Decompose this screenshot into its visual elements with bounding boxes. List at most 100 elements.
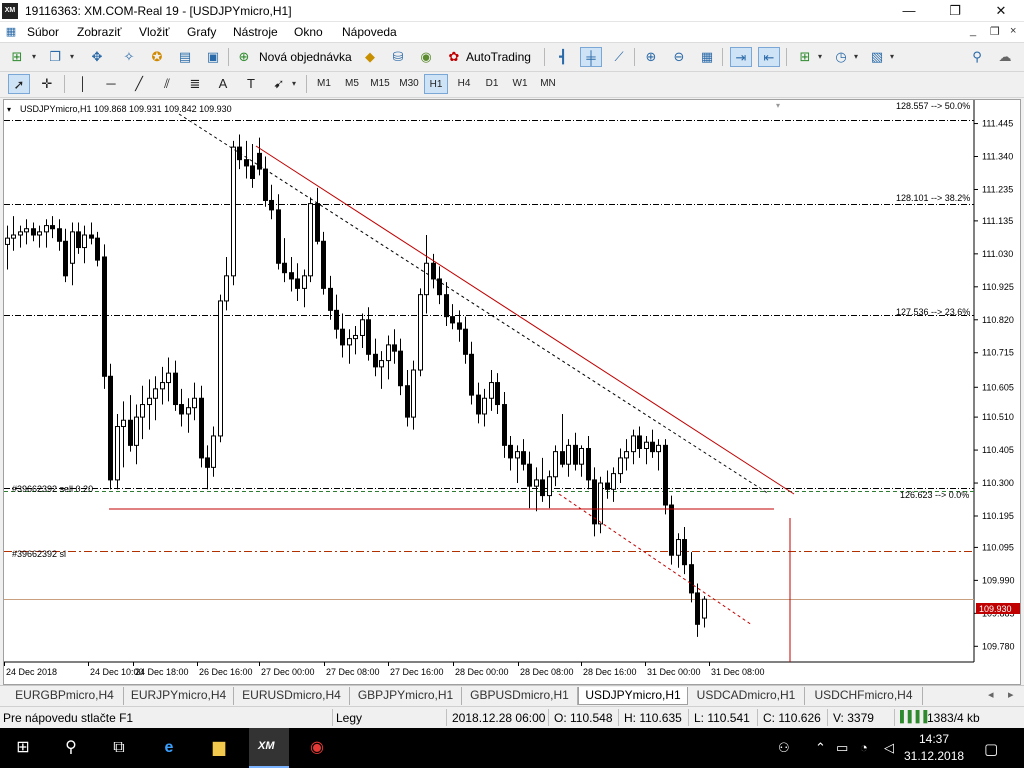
edge-browser-icon[interactable]: e xyxy=(156,736,182,760)
tab-gbpjpy[interactable]: GBPJPYmicro,H1 xyxy=(350,687,462,705)
horizontal-line-icon[interactable]: ─ xyxy=(100,74,122,94)
equidistant-channel-icon[interactable]: ⫽ xyxy=(156,74,178,94)
menu-vlozit[interactable]: Vložiť xyxy=(139,25,170,39)
new-order-button[interactable]: Nová objednávka xyxy=(259,50,352,64)
text-label-icon[interactable]: T xyxy=(240,74,262,94)
metaeditor-icon[interactable]: ◆ xyxy=(359,47,381,67)
timeframe-mn[interactable]: MN xyxy=(535,74,561,94)
candle[interactable] xyxy=(108,363,113,490)
collapse-arrow-icon[interactable]: ▾ xyxy=(7,105,11,114)
wifi-icon[interactable]: ◔ xyxy=(860,740,868,755)
timeframe-w1[interactable]: W1 xyxy=(508,74,532,94)
menu-napoveda[interactable]: Nápoveda xyxy=(342,25,397,39)
text-icon[interactable]: A xyxy=(212,74,234,94)
timeframe-m5[interactable]: M5 xyxy=(340,74,364,94)
fibonacci-icon[interactable]: ≣ xyxy=(184,74,206,94)
periods-dropdown-icon[interactable]: ▾ xyxy=(850,47,862,67)
zoom-out-icon[interactable]: ⊖ xyxy=(668,47,690,67)
new-chart-dropdown-icon[interactable]: ▾ xyxy=(28,47,40,67)
tabs-scroll-right-icon[interactable]: ▸ xyxy=(1008,688,1014,701)
signals-icon[interactable]: ⛁ xyxy=(387,47,409,67)
clock-time[interactable]: 14:37 xyxy=(914,732,954,746)
crosshair-move-icon[interactable]: ✥ xyxy=(86,47,108,67)
new-chart-icon[interactable]: ⊞ xyxy=(6,47,28,67)
close-button[interactable]: ✕ xyxy=(978,0,1024,22)
arrows-dropdown-icon[interactable]: ▾ xyxy=(288,74,300,94)
timeframe-d1[interactable]: D1 xyxy=(480,74,504,94)
bar-chart-icon[interactable]: ┫ xyxy=(552,47,574,67)
autotrading-button[interactable]: AutoTrading xyxy=(466,50,531,64)
chat-icon[interactable]: ☁ xyxy=(994,47,1016,67)
candle[interactable] xyxy=(199,385,204,468)
templates-dropdown-icon[interactable]: ▾ xyxy=(886,47,898,67)
timeframe-h1[interactable]: H1 xyxy=(424,74,448,94)
tab-gbpusd[interactable]: GBPUSDmicro,H1 xyxy=(462,687,578,705)
notifications-icon[interactable]: ▢ xyxy=(984,740,998,758)
tabs-scroll-left-icon[interactable]: ◂ xyxy=(988,688,994,701)
clock-date[interactable]: 31.12.2018 xyxy=(904,749,964,763)
volume-icon[interactable]: ◁ xyxy=(884,740,894,756)
profiles-icon[interactable]: ❐ xyxy=(44,47,66,67)
xm-taskbar-item[interactable]: XM xyxy=(249,728,289,768)
chart-window-icon[interactable]: ▦ xyxy=(2,22,20,42)
chart-window[interactable]: 111.445 111.340 111.235 111.135 111.030 110.9… xyxy=(3,99,1021,685)
new-order-icon[interactable]: ⊕ xyxy=(233,47,255,67)
candle[interactable] xyxy=(321,231,326,295)
menu-subor[interactable]: Súbor xyxy=(27,25,59,39)
tester-icon[interactable]: ▣ xyxy=(202,47,224,67)
tile-windows-icon[interactable]: ▦ xyxy=(696,47,718,67)
candle[interactable] xyxy=(231,140,236,286)
battery-icon[interactable]: ▭ xyxy=(836,740,848,756)
line-chart-icon[interactable]: ⟋ xyxy=(608,47,630,67)
zoom-in-icon[interactable]: ⊕ xyxy=(640,47,662,67)
candle[interactable] xyxy=(418,288,423,377)
search-icon[interactable]: ⚲ xyxy=(966,47,988,67)
navigator-icon[interactable]: ✧ xyxy=(118,47,140,67)
timeframe-m1[interactable]: M1 xyxy=(312,74,336,94)
mdi-minimize-button[interactable]: _ xyxy=(970,25,976,37)
task-view-icon[interactable]: ⧉ xyxy=(106,736,132,760)
market-icon[interactable]: ◉ xyxy=(415,47,437,67)
timeframe-m30[interactable]: M30 xyxy=(395,74,423,94)
file-explorer-icon[interactable]: ▆ xyxy=(206,736,232,760)
chrome-browser-icon[interactable]: ◉ xyxy=(304,736,330,760)
mdi-close-button[interactable]: × xyxy=(1010,25,1016,37)
profiles-dropdown-icon[interactable]: ▾ xyxy=(66,47,78,67)
chart-shift-icon[interactable]: ⇤ xyxy=(758,47,780,67)
candle[interactable] xyxy=(663,439,668,515)
tab-usdjpy[interactable]: USDJPYmicro,H1 xyxy=(578,687,688,705)
candle[interactable] xyxy=(102,244,107,389)
tab-eurjpy[interactable]: EURJPYmicro,H4 xyxy=(124,687,234,705)
autotrading-icon[interactable]: ✿ xyxy=(443,47,465,67)
windows-start-icon[interactable]: ⊞ xyxy=(10,736,36,760)
market-watch-icon[interactable]: ✪ xyxy=(146,47,168,67)
people-icon[interactable]: ⚇ xyxy=(778,740,790,756)
search-icon[interactable]: ⚲ xyxy=(58,736,84,760)
menu-grafy[interactable]: Grafy xyxy=(187,25,216,39)
vertical-line-icon[interactable]: │ xyxy=(72,74,94,94)
maximize-button[interactable]: ❐ xyxy=(932,0,978,22)
candle[interactable] xyxy=(669,495,674,565)
arrows-icon[interactable]: ➹ xyxy=(268,74,290,94)
trend-line-icon[interactable]: ╱ xyxy=(128,74,150,94)
terminal-icon[interactable]: ▤ xyxy=(174,47,196,67)
tab-usdcad[interactable]: USDCADmicro,H1 xyxy=(688,687,805,705)
tab-usdchf[interactable]: USDCHFmicro,H4 xyxy=(805,687,923,705)
mdi-restore-button[interactable]: ❐ xyxy=(990,25,1000,38)
candlestick-chart[interactable]: 111.445 111.340 111.235 111.135 111.030 110.9… xyxy=(4,100,1020,684)
crosshair-icon[interactable]: ✛ xyxy=(36,74,58,94)
auto-scroll-icon[interactable]: ⇥ xyxy=(730,47,752,67)
menu-okno[interactable]: Okno xyxy=(294,25,323,39)
periods-icon[interactable]: ◷ xyxy=(830,47,852,67)
tab-eurgbp[interactable]: EURGBPmicro,H4 xyxy=(6,687,124,705)
show-hidden-icons-chevron[interactable]: ⌃ xyxy=(815,740,826,756)
menu-nastroje[interactable]: Nástroje xyxy=(233,25,278,39)
candlestick-icon[interactable]: ╪ xyxy=(580,47,602,67)
cursor-icon[interactable]: ➚ xyxy=(8,74,30,94)
indicators-dropdown-icon[interactable]: ▾ xyxy=(814,47,826,67)
menu-zobrazit[interactable]: Zobraziť xyxy=(77,25,122,39)
timeframe-h4[interactable]: H4 xyxy=(452,74,476,94)
tab-eurusd[interactable]: EURUSDmicro,H4 xyxy=(234,687,350,705)
candle[interactable] xyxy=(218,294,223,443)
candle[interactable] xyxy=(308,197,313,283)
